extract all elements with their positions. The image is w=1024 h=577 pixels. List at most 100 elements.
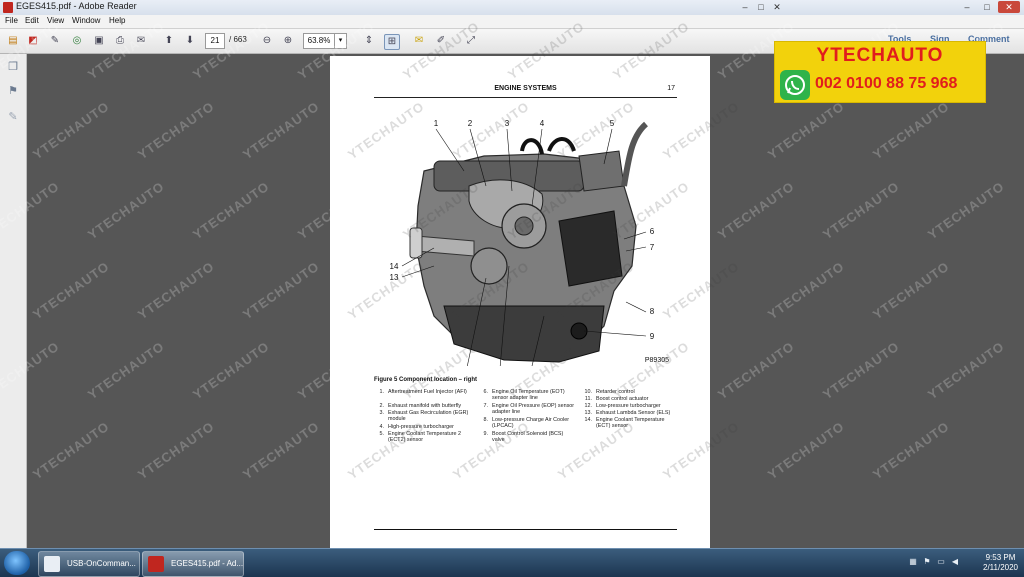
comment-icon[interactable]: ✉ [412,34,426,48]
charge-air-cooler [558,210,623,287]
menu-view[interactable]: View [47,16,64,25]
figure-code: P89305 [645,357,669,364]
legend-num: 6. [483,389,489,395]
legend-text: Aftertreatment Fuel Injector (AFI) [388,389,467,395]
legend-num: 3. [379,410,385,416]
app-maximize-button[interactable]: □ [978,1,996,13]
zoom-in-icon[interactable]: ⊕ [281,34,295,48]
advertisement-banner: YTECHAUTO 002 0100 88 75 968 [774,41,986,103]
previous-page-icon[interactable]: ⬆ [162,34,176,48]
legend-text: Boost Control Solenoid (BCS) valve [492,431,564,444]
pdf-app-icon [3,2,13,13]
menu-window[interactable]: Window [72,16,100,25]
usb-app-icon [44,556,60,572]
clock-time: 9:53 PM [985,553,1016,562]
system-clock[interactable]: 9:53 PM 2/11/2020 [983,553,1018,573]
volume-icon[interactable]: ◀ [950,558,960,566]
taskbar-item-label: USB-OnComman... [67,559,136,568]
maximize-button[interactable]: □ [754,1,768,13]
page-number-input[interactable]: 21 [205,33,225,49]
figure-caption: Figure 5 Component location – right [374,377,478,383]
legend-text: Low-pressure turbocharger [596,403,661,409]
callout-8: 8 [650,307,655,316]
close-document-button[interactable]: ✕ [770,1,784,13]
edit-icon[interactable]: ✎ [48,34,62,48]
footer-rule [374,529,677,530]
fit-page-icon[interactable]: ⇕ [362,34,376,48]
legend-text: Engine Oil Pressure (EOP) sensor adapter… [492,403,575,416]
zoom-out-icon[interactable]: ⊖ [260,34,274,48]
legend-text: Boost control actuator [596,396,649,402]
callout-7: 7 [650,243,655,252]
highlight-icon[interactable]: ✐ [434,34,448,48]
page-total: / 663 [229,35,247,44]
legend-num: 8. [483,417,489,423]
legend-num: 7. [483,403,489,409]
taskbar-item-label: EGES415.pdf - Ad... [171,559,244,568]
signatures-icon[interactable]: ✎ [7,110,19,124]
ad-phone: 002 0100 88 75 968 [815,75,958,92]
taskbar-item[interactable]: EGES415.pdf - Ad... [142,551,244,577]
expand-icon[interactable]: ⤢ [464,34,478,48]
pdf-app-icon [148,556,164,572]
legend-text: Retarder control [596,389,635,395]
callout-3: 3 [505,119,510,128]
legend-num: 14. [584,417,593,423]
minimize-button[interactable]: – [738,1,752,13]
menu-edit[interactable]: Edit [25,16,39,25]
hose-a [547,137,576,152]
taskbar: USB-OnComman... EGES415.pdf - Ad... ▦ ⚑ … [0,548,1024,577]
callout-6: 6 [650,227,655,236]
legend-num: 11. [584,396,592,402]
page-header: ENGINE SYSTEMS 17 [374,85,677,98]
menu-file[interactable]: File [5,16,18,25]
fit-width-icon[interactable]: ⊞ [384,34,400,50]
legend-text: Exhaust Lambda Sensor (ELS) [596,410,671,416]
zoom-dropdown-icon[interactable]: ▾ [334,33,347,49]
open-icon[interactable]: ▤ [6,34,20,48]
legend-num: 4. [379,424,385,430]
email-icon[interactable]: ✉ [134,34,148,48]
bookmarks-icon[interactable]: ⚑ [7,84,19,98]
pdf-page: ENGINE SYSTEMS 1 7 1 2 3 4 5 6 7 8 9 13 1… [330,56,710,548]
legend-num: 13. [584,410,593,416]
whatsapp-icon [780,70,810,100]
flag-icon[interactable]: ⚑ [922,558,932,566]
callout-4: 4 [540,119,545,128]
ad-brand: YTECHAUTO [816,45,944,66]
share-icon[interactable]: ◎ [70,34,84,48]
save-icon[interactable]: ▣ [92,34,106,48]
legend-num: 1. [379,389,385,395]
zoom-level-input[interactable]: 63.8% [303,33,335,49]
menu-help[interactable]: Help [109,16,125,25]
app-close-button[interactable]: ✕ [998,1,1020,13]
menu-bar: File Edit View Window Help [0,15,1024,29]
header-title: ENGINE SYSTEMS [494,85,557,92]
app-minimize-button[interactable]: – [958,1,976,13]
callout-2: 2 [468,119,473,128]
intake-cap [409,227,423,259]
legend-num: 12. [584,403,593,409]
callout-1: 1 [434,119,439,128]
next-page-icon[interactable]: ⬇ [183,34,197,48]
navigation-panel: ❐ ⚑ ✎ [0,54,27,548]
monitor-icon[interactable]: ▭ [936,558,946,566]
legend-text: Exhaust manifold with butterfly [388,403,462,409]
taskbar-item[interactable]: USB-OnComman... [38,551,140,577]
clock-date: 2/11/2020 [983,563,1018,572]
window-title: EGES415.pdf - Adobe Reader [16,1,137,11]
title-bar: EGES415.pdf - Adobe Reader – □ ✕ – □ ✕ [0,0,1024,16]
turbo-hub [514,216,534,236]
legend-text: Low-pressure Charge Air Cooler (LPCAC) [492,417,570,430]
page-thumbnails-icon[interactable]: ❐ [7,60,19,74]
legend-num: 9. [483,431,489,437]
print-icon[interactable]: ⎙ [113,34,127,48]
create-pdf-icon[interactable]: ◩ [26,34,40,48]
filler-pipe [621,121,649,187]
network-icon[interactable]: ▦ [908,558,918,566]
callout-5: 5 [610,119,615,128]
callout-9: 9 [650,332,655,341]
start-button[interactable] [4,551,30,575]
engine-diagram: 1 2 3 4 5 6 7 8 9 10 11 12 13 14 P89305 [390,119,669,366]
document-area[interactable]: ENGINE SYSTEMS 1 7 1 2 3 4 5 6 7 8 9 13 1… [27,54,1024,548]
